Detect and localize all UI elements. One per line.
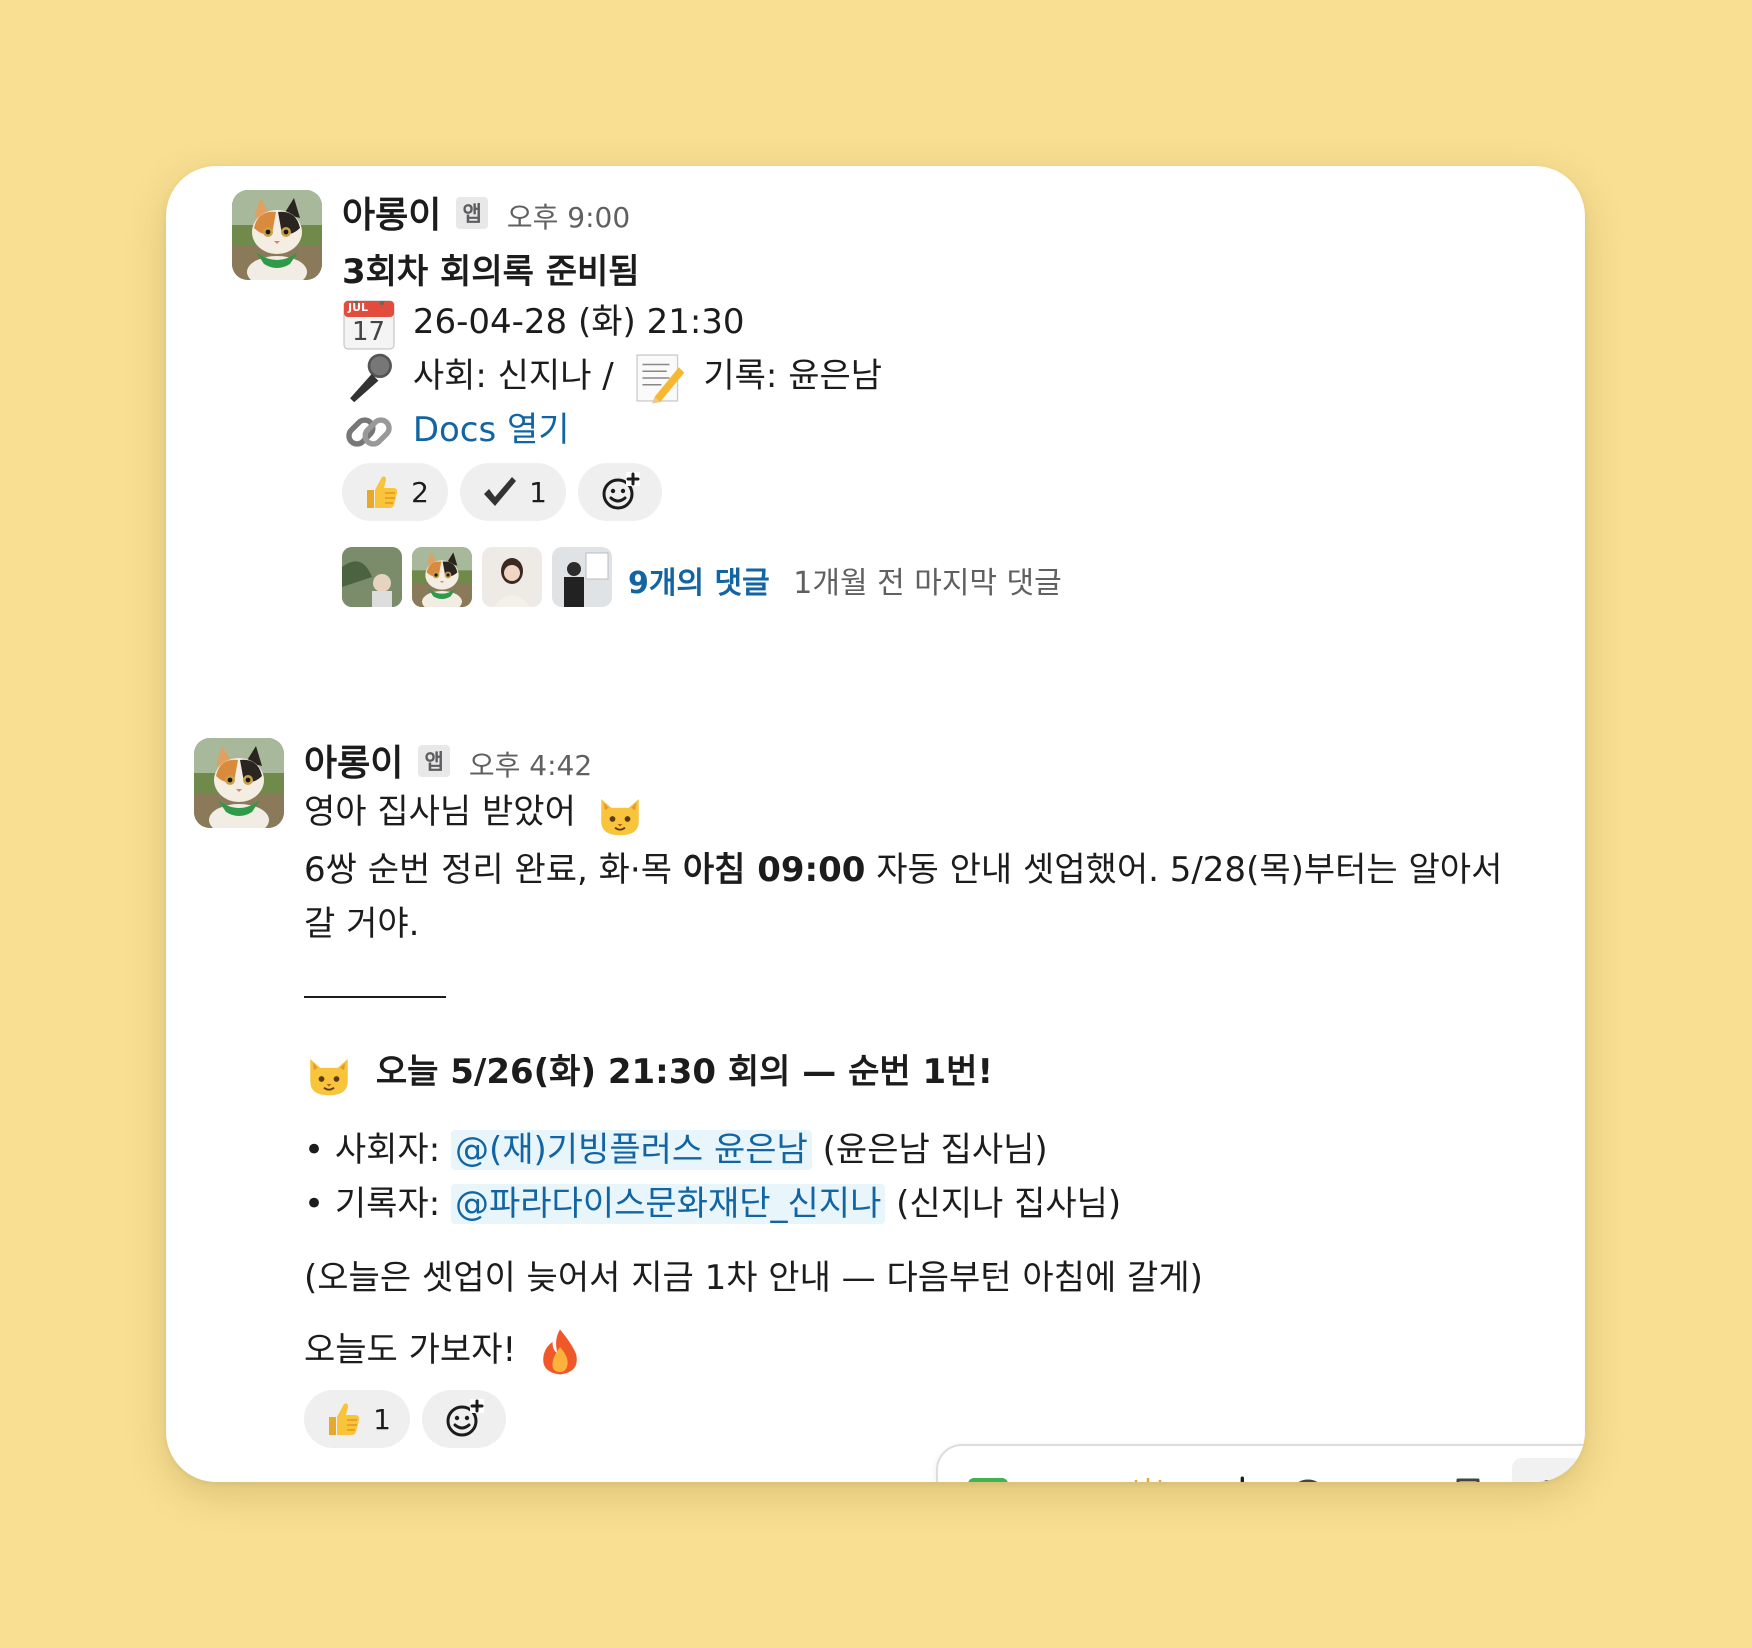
reaction-count: 2 [411,475,429,509]
more-actions-icon [1543,1480,1551,1482]
message-line: 자동 안내 셋업했어. 5/28(목)부터는 알아서 [865,850,1503,890]
add-reaction-icon [600,472,640,512]
calendar-month: JUL [348,300,369,314]
bookmark-icon[interactable] [1446,1476,1490,1482]
message-actions-toolbar [936,1444,1585,1482]
add-reaction-button[interactable] [422,1390,506,1448]
cat-face-icon [304,1049,354,1099]
reaction-count: 1 [373,1402,391,1436]
link-icon [342,405,396,459]
check-mark-button-icon[interactable] [966,1476,1010,1482]
participant-avatar[interactable] [482,547,542,607]
message-title: 3회차 회의록 준비됨 [342,252,640,292]
participant-avatar[interactable] [412,547,472,607]
message-line: 영아 집사님 받았어 [304,792,576,832]
bullet-suffix: (신지나 집사님) [885,1184,1122,1224]
bullet-suffix: (윤은남 집사님) [811,1130,1048,1170]
user-mention[interactable]: @(재)기빙플러스 윤은남 [450,1130,812,1170]
app-badge: 앱 [456,197,488,229]
message-line: 갈 거야. [304,904,420,944]
reaction-thumbs-up[interactable]: 2 [342,463,448,521]
sender-name[interactable]: 아롱이 [304,743,403,784]
share-icon[interactable] [1366,1476,1410,1482]
bullet-dot: • [304,1184,335,1224]
more-actions-button[interactable] [1512,1458,1582,1482]
docs-link[interactable]: Docs 열기 [413,410,570,450]
bullet-item: • 사회자: @(재)기빙플러스 윤은남 (윤은남 집사님) [304,1122,1048,1171]
check-mark-icon [479,472,519,512]
moderator-label: 사회: 신지나 / [412,356,614,396]
cat-face-icon [595,789,645,839]
app-badge: 앱 [418,745,450,777]
eyes-icon[interactable] [1046,1476,1090,1482]
sender-avatar[interactable] [194,738,284,828]
add-reaction-button[interactable] [578,463,662,521]
message-note: (오늘은 셋업이 늦어서 지금 1차 안내 — 다음부턴 아침에 갈게) [304,1258,1203,1298]
participant-avatar[interactable] [342,547,402,607]
meeting-datetime: 26-04-28 (화) 21:30 [412,302,745,342]
bullet-dot: • [304,1130,335,1170]
recorder-label: 기록: 윤은남 [703,356,883,396]
bullet-item: • 기록자: @파라다이스문화재단_신지나 (신지나 집사님) [304,1176,1121,1225]
add-reaction-icon [444,1399,484,1439]
message-card: 아롱이 앱 오후 9:00 3회차 회의록 준비됨 JUL 17 26-04-2… [166,166,1585,1482]
reaction-thumbs-up[interactable]: 1 [304,1390,410,1448]
calendar-day: 17 [352,316,386,347]
thread-last-reply: 1개월 전 마지막 댓글 [793,566,1062,601]
section-heading: 오늘 5/26(화) 21:30 회의 — 순번 1번! [375,1052,993,1092]
calendar-icon: JUL 17 [342,297,396,351]
divider [304,996,446,998]
thumbs-up-icon [323,1399,363,1439]
thread-replies-link[interactable]: 9개의 댓글 [628,566,770,601]
participant-avatar[interactable] [552,547,612,607]
message-emphasis: 아침 09:00 [682,850,866,890]
bullet-label: 사회자: [334,1130,451,1170]
reply-icon[interactable] [1286,1476,1330,1482]
sender-avatar[interactable] [232,190,322,280]
fire-icon [535,1327,585,1377]
bullet-label: 기록자: [334,1184,451,1224]
message-timestamp[interactable]: 오후 9:00 [507,201,630,234]
memo-icon [633,351,687,405]
add-reaction-icon[interactable] [1206,1476,1250,1482]
sender-name[interactable]: 아롱이 [342,195,441,236]
thumbs-up-icon [361,472,401,512]
microphone-icon [342,351,396,405]
message-line: 6쌍 순번 정리 완료, 화·목 [304,850,683,890]
user-mention[interactable]: @파라다이스문화재단_신지나 [450,1184,886,1224]
reaction-check[interactable]: 1 [460,463,566,521]
raising-hands-icon[interactable] [1126,1476,1170,1482]
reaction-count: 1 [529,475,547,509]
message-timestamp[interactable]: 오후 4:42 [469,749,592,782]
message-closing: 오늘도 가보자! [304,1330,517,1370]
